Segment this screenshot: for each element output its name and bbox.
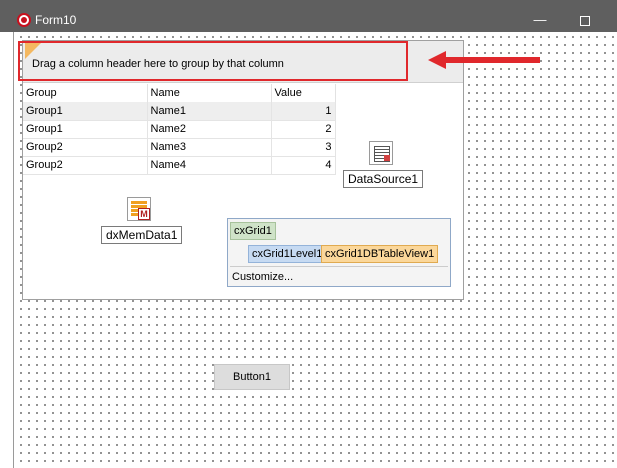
annotation-arrow-icon [428, 51, 540, 69]
